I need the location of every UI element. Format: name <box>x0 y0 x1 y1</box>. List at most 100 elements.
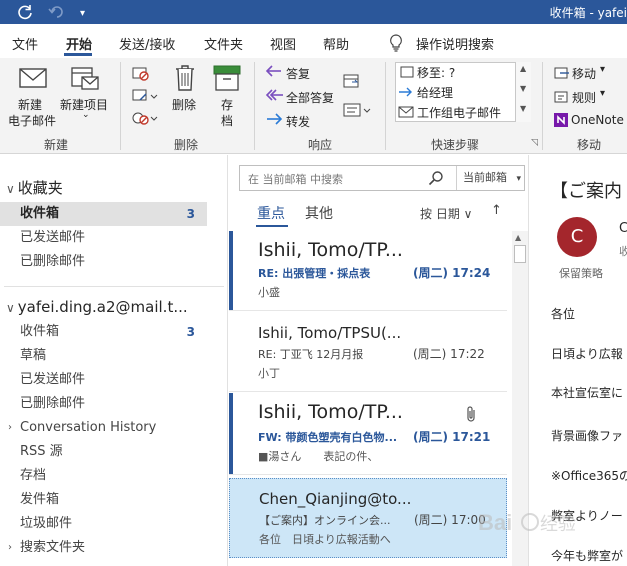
focused-tab-indicator <box>256 225 288 227</box>
chevron-right-icon[interactable]: › <box>8 416 12 440</box>
quick-steps-scroll[interactable]: ▲ ▼ ▼ <box>515 62 531 122</box>
ignore-icon[interactable] <box>132 66 150 82</box>
nav-conversation-history[interactable]: › Conversation History <box>0 416 207 440</box>
search-icon[interactable] <box>428 170 444 186</box>
tab-view[interactable]: 视图 <box>270 34 296 53</box>
rules-icon[interactable] <box>554 90 570 104</box>
nav-fav-deleted[interactable]: 已删除邮件 <box>0 250 207 274</box>
nav-fav-inbox[interactable]: 收件箱 3 <box>0 202 207 226</box>
message-time: (周二) 17:00 <box>414 513 486 527</box>
archive-label-2[interactable]: 档 <box>221 112 233 129</box>
tab-folder[interactable]: 文件夹 <box>204 34 243 53</box>
tab-send-receive[interactable]: 发送/接收 <box>119 34 175 53</box>
move-label[interactable]: 移动 <box>572 65 596 82</box>
message-time: (周二) 17:22 <box>413 347 485 361</box>
nav-item-label: RSS 源 <box>20 444 63 459</box>
sort-direction-icon[interactable]: ↑ <box>491 203 502 218</box>
list-item[interactable]: Chen_Qianjing@to... 【ご案内】オンライン会... (周二) … <box>229 478 507 558</box>
nav-item-label: 收件箱 <box>20 206 60 221</box>
nav-item-label: 草稿 <box>20 348 47 363</box>
sort-by-dropdown[interactable]: 按 日期 ∨ <box>420 205 472 222</box>
new-email-icon[interactable] <box>18 66 48 90</box>
clean-up-icon[interactable] <box>132 88 158 104</box>
customize-quick-access-icon[interactable]: ▾ <box>80 5 85 23</box>
nav-drafts[interactable]: 草稿 <box>0 344 207 368</box>
chevron-right-icon[interactable]: › <box>8 536 12 560</box>
ribbon-tabs: 文件 开始 发送/接收 文件夹 视图 帮助 操作说明搜索 <box>0 24 627 83</box>
rules-dropdown-icon[interactable]: ▾ <box>600 88 605 99</box>
onenote-icon[interactable] <box>554 113 568 127</box>
meeting-icon[interactable] <box>343 72 361 90</box>
new-email-label-2[interactable]: 电子邮件 <box>8 112 56 129</box>
tab-focused[interactable]: 重点 <box>257 203 285 223</box>
nav-deleted[interactable]: 已删除邮件 <box>0 392 207 416</box>
tab-help[interactable]: 帮助 <box>323 34 349 53</box>
body-line: 本社宣伝室に <box>551 386 624 400</box>
message-subject: FW: 带颜色塑壳有白色物... <box>258 431 398 444</box>
window-title: 收件箱 - yafei <box>549 6 627 20</box>
list-item[interactable]: Ishii, Tomo/TPSU(... RE: 丁亚飞 12月月报 (周二) … <box>229 312 507 392</box>
message-preview: 小丁 <box>258 367 280 380</box>
new-items-chevron-icon[interactable]: ⌄ <box>82 110 90 120</box>
undo-icon[interactable] <box>48 3 64 23</box>
sync-icon[interactable] <box>16 3 34 25</box>
nav-archive[interactable]: 存档 <box>0 464 207 488</box>
rules-label[interactable]: 规则 <box>572 89 596 106</box>
delete-icon[interactable] <box>174 64 196 92</box>
avatar[interactable]: C <box>557 217 597 257</box>
tab-home[interactable]: 开始 <box>66 34 92 53</box>
message-time: (周二) 17:24 <box>413 266 491 280</box>
new-email-label-1[interactable]: 新建 <box>18 96 42 113</box>
archive-label-1[interactable]: 存 <box>221 96 233 113</box>
scroll-up-icon[interactable]: ▲ <box>515 233 521 242</box>
svg-text:Bai: Bai <box>478 510 512 535</box>
move-icon[interactable] <box>554 66 570 80</box>
scroll-thumb[interactable] <box>514 245 526 263</box>
quick-step-move-to[interactable]: 移至: ? <box>417 64 455 81</box>
archive-icon[interactable] <box>212 64 242 92</box>
junk-icon[interactable] <box>132 110 158 126</box>
nav-item-label: Conversation History <box>20 420 157 435</box>
search-scope-dropdown[interactable]: 当前邮箱 ▾ <box>456 166 526 190</box>
quick-step-to-manager[interactable]: 给经理 <box>417 84 453 101</box>
onenote-label[interactable]: OneNote <box>571 113 624 127</box>
nav-inbox[interactable]: 收件箱 3 <box>0 320 207 344</box>
retention-policy: 保留策略 <box>559 267 603 280</box>
search-scope-label: 当前邮箱 <box>463 171 507 184</box>
reply-icon[interactable] <box>265 64 283 78</box>
more-respond-icon[interactable] <box>343 102 371 120</box>
reading-received: 收 <box>619 245 627 258</box>
list-item[interactable]: Ishii, Tomo/TP... RE: 出張管理・採点表 (周二) 17:2… <box>229 231 507 311</box>
tab-file[interactable]: 文件 <box>12 34 38 53</box>
nav-rss[interactable]: RSS 源 <box>0 440 207 464</box>
delete-label[interactable]: 删除 <box>172 96 196 113</box>
nav-item-label: 已删除邮件 <box>20 254 86 269</box>
quick-step-team-email[interactable]: 工作组电子邮件 <box>417 104 501 121</box>
search-input[interactable]: 在 当前邮箱 中搜索 <box>248 171 343 187</box>
search-box[interactable]: 在 当前邮箱 中搜索 当前邮箱 ▾ <box>239 165 525 191</box>
body-line: ※Office365の <box>551 469 627 483</box>
nav-fav-sent[interactable]: 已发送邮件 <box>0 226 207 250</box>
move-dropdown-icon[interactable]: ▾ <box>600 64 605 75</box>
nav-item-label: 存档 <box>20 468 47 483</box>
reply-all-icon[interactable] <box>265 88 285 102</box>
reading-sender[interactable]: C <box>619 221 627 236</box>
tell-me-search[interactable]: 操作说明搜索 <box>416 34 494 53</box>
new-items-icon[interactable] <box>70 64 100 92</box>
nav-sent[interactable]: 已发送邮件 <box>0 368 207 392</box>
forward-icon[interactable] <box>265 112 283 126</box>
unread-count: 3 <box>186 325 195 339</box>
ribbon-separator <box>254 62 255 150</box>
forward-label[interactable]: 转发 <box>286 113 310 130</box>
nav-search-folders[interactable]: › 搜索文件夹 <box>0 536 207 560</box>
list-item[interactable]: Ishii, Tomo/TP... FW: 带颜色塑壳有白色物... (周二) … <box>229 393 507 475</box>
dialog-launcher-icon[interactable]: ◹ <box>531 138 538 148</box>
nav-outbox[interactable]: 发件箱 <box>0 488 207 512</box>
favorites-header[interactable]: ∨ 收藏夹 <box>6 177 63 198</box>
reply-label[interactable]: 答复 <box>286 65 310 82</box>
nav-junk[interactable]: 垃圾邮件 <box>0 512 207 536</box>
account-header[interactable]: ∨ yafei.ding.a2@mail.t... <box>6 298 188 316</box>
reply-all-label[interactable]: 全部答复 <box>286 89 334 106</box>
group-move-label: 移动 <box>577 138 602 152</box>
tab-other[interactable]: 其他 <box>305 203 333 223</box>
